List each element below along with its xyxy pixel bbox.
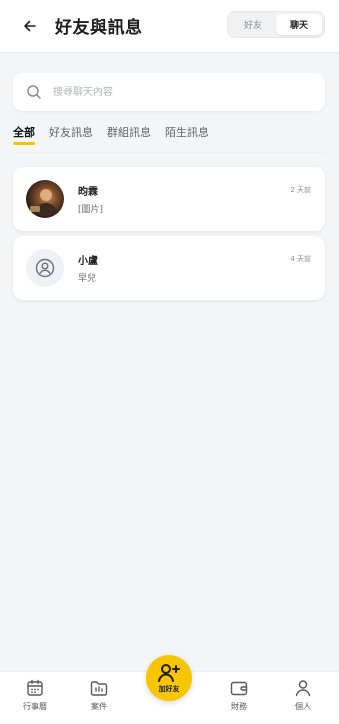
back-button[interactable] <box>16 12 44 40</box>
nav-cases[interactable]: 案件 <box>74 678 124 720</box>
wallet-icon <box>230 681 248 696</box>
tab-group-messages[interactable]: 群組訊息 <box>107 124 151 146</box>
nav-label: 個人 <box>295 702 311 711</box>
page-title: 好友與訊息 <box>55 18 143 38</box>
add-friend-button[interactable]: 加好友 <box>146 655 192 701</box>
chat-timestamp: 4 天前 <box>290 255 311 263</box>
folder-icon <box>90 681 108 696</box>
search-input[interactable] <box>53 82 313 102</box>
chat-list-item[interactable]: 小盧 早兒 4 天前 <box>13 236 325 300</box>
add-friend-icon <box>158 663 180 682</box>
nav-label: 行事曆 <box>23 702 47 711</box>
nav-finance[interactable]: 財務 <box>214 678 264 720</box>
avatar-photo-icon <box>30 189 58 214</box>
arrow-left-icon <box>24 20 36 32</box>
segment-chat[interactable]: 聊天 <box>276 14 322 35</box>
person-icon <box>295 680 311 697</box>
tabs-divider <box>13 152 325 153</box>
nav-calendar[interactable]: 行事曆 <box>10 678 60 720</box>
avatar <box>26 180 64 218</box>
add-friend-label: 加好友 <box>158 684 180 693</box>
tab-friend-messages[interactable]: 好友訊息 <box>49 124 93 146</box>
default-user-icon <box>35 258 55 278</box>
tab-stranger-messages[interactable]: 陌生訊息 <box>165 124 209 146</box>
nav-label: 案件 <box>91 702 107 711</box>
chat-list-item[interactable]: 昀霖 [圖片] 2 天前 <box>13 167 325 231</box>
calendar-icon <box>27 679 43 696</box>
segment-friends[interactable]: 好友 <box>230 14 276 35</box>
friends-chat-toggle: 好友 聊天 <box>227 11 325 38</box>
app-header: 好友與訊息 好友 聊天 <box>0 0 339 52</box>
chat-preview: [圖片] <box>78 205 104 215</box>
chat-name: 昀霖 <box>78 187 98 198</box>
search-icon <box>27 85 41 99</box>
chat-timestamp: 2 天前 <box>290 186 311 194</box>
avatar <box>26 249 64 287</box>
chat-preview: 早兒 <box>78 274 97 284</box>
message-filter-tabs: 全部 好友訊息 群組訊息 陌生訊息 <box>13 124 209 150</box>
search-bar <box>13 73 325 111</box>
chat-name: 小盧 <box>78 256 98 267</box>
tab-all[interactable]: 全部 <box>13 124 35 146</box>
nav-label: 財務 <box>231 702 247 711</box>
nav-profile[interactable]: 個人 <box>278 678 328 720</box>
